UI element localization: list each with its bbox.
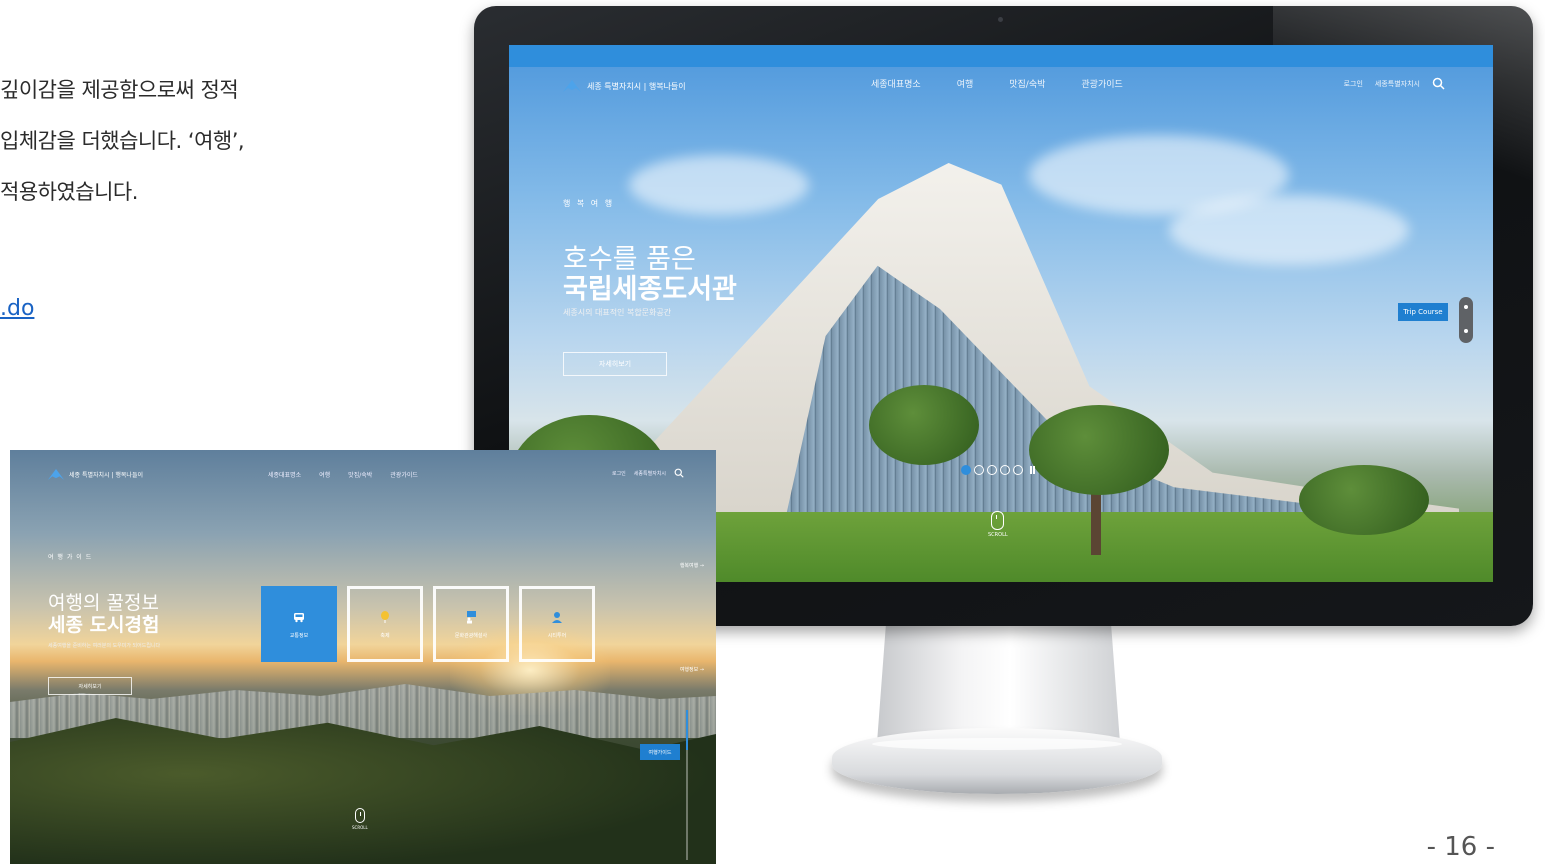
mouse-scroll-icon xyxy=(991,511,1005,530)
nav-item-travel[interactable]: 여행 xyxy=(957,77,974,90)
tile-transport-label: 교통정보 xyxy=(289,632,309,639)
search-icon[interactable] xyxy=(1432,77,1445,90)
doc-url-link[interactable]: .do xyxy=(0,296,34,321)
hero-description: 세종시의 대표적인 복합문화공간 xyxy=(563,308,672,317)
sejong-logo-icon xyxy=(563,80,581,92)
site-logo-text: 세종 특별자치시 | 행복나들이 xyxy=(587,81,686,91)
shot-main-nav: 세종대표명소 여행 맛집/숙박 관광가이드 xyxy=(268,470,418,479)
shot-login-link[interactable]: 로그인 xyxy=(612,470,626,477)
side-scroll-pill[interactable] xyxy=(1459,297,1473,343)
scroll-label: SCROLL xyxy=(988,532,1008,538)
slider-dot-2[interactable] xyxy=(974,465,984,475)
shot-scroll-track xyxy=(686,710,688,860)
tour-person-icon xyxy=(552,611,562,623)
shot-utility-menu: 로그인 세종특별자치시 xyxy=(612,468,684,478)
shot-nav-travel[interactable]: 여행 xyxy=(319,470,330,479)
slider-dot-4[interactable] xyxy=(1000,465,1010,475)
mouse-scroll-icon xyxy=(354,808,365,823)
shot-nav-food-stay[interactable]: 맛집/숙박 xyxy=(348,470,372,479)
site-utility-menu: 로그인 세종특별자치시 xyxy=(1344,77,1445,90)
tree xyxy=(1299,465,1429,535)
city-site-link[interactable]: 세종특별자치시 xyxy=(1375,79,1420,89)
hero-more-button[interactable]: 자세히보기 xyxy=(563,352,667,376)
nav-item-landmarks[interactable]: 세종대표명소 xyxy=(871,77,921,90)
balloon-icon xyxy=(381,610,389,623)
second-screenshot: 세종 특별자치시 | 행복나들이 세종대표명소 여행 맛집/숙박 관광가이드 로… xyxy=(10,450,716,864)
shot-nav-landmarks[interactable]: 세종대표명소 xyxy=(268,470,301,479)
hero-title-line2: 국립세종도서관 xyxy=(563,274,737,305)
side-pill-dot xyxy=(1464,305,1468,309)
shot-side-link-2[interactable]: 여행정보 → xyxy=(680,666,704,673)
tile-festival[interactable]: 축제 xyxy=(347,586,423,662)
nav-item-food-stay[interactable]: 맛집/숙박 xyxy=(1009,77,1045,90)
page-number: - 16 - xyxy=(1426,832,1495,862)
shot-city-site-link[interactable]: 세종특별자치시 xyxy=(634,470,666,477)
slider-dot-1[interactable] xyxy=(961,465,971,475)
doc-line-1: 깊이감을 제공함으로써 정적 xyxy=(0,78,239,102)
side-pill-dot xyxy=(1464,329,1468,333)
tile-transport[interactable]: 교통정보 xyxy=(261,586,337,662)
tree xyxy=(869,385,979,465)
slider-pause-icon[interactable] xyxy=(1030,466,1035,474)
shot-hero-title-line2: 세종 도시경험 xyxy=(48,614,160,636)
hero-kicker: 행 복 여 행 xyxy=(563,199,615,208)
sejong-logo-icon xyxy=(47,469,65,480)
login-link[interactable]: 로그인 xyxy=(1344,79,1363,89)
shot-hero-kicker: 여 행 가 이 드 xyxy=(48,554,93,561)
shot-scroll-label: SCROLL xyxy=(352,825,368,830)
tile-culture-guide-label: 문화관광해설사 xyxy=(454,632,488,639)
monitor-stand-base xyxy=(832,728,1162,794)
doc-line-2: 입체감을 더했습니다. ‘여행’, xyxy=(0,129,245,153)
shot-hero-description: 세종여행을 준비하는 여러분의 도우미가 되어드립니다 xyxy=(48,643,161,649)
cloud xyxy=(629,155,809,215)
slider-pagination xyxy=(961,465,1035,475)
shot-scroll-indicator[interactable]: SCROLL xyxy=(352,808,368,830)
doc-line-3: 적용하였습니다. xyxy=(0,180,138,204)
slider-dot-3[interactable] xyxy=(987,465,997,475)
shot-nav-tour-guide[interactable]: 관광가이드 xyxy=(390,470,418,479)
shot-logo-text: 세종 특별자치시 | 행복나들이 xyxy=(69,472,143,479)
camera-icon xyxy=(998,17,1003,22)
shot-hero-more-button[interactable]: 자세히보기 xyxy=(48,677,132,695)
tile-culture-guide[interactable]: 문화관광해설사 xyxy=(433,586,509,662)
tile-festival-label: 축제 xyxy=(380,632,390,639)
tile-city-tour-label: 시티투어 xyxy=(547,632,567,639)
site-top-bar xyxy=(509,45,1493,67)
guide-icon xyxy=(467,610,476,623)
site-main-nav: 세종대표명소 여행 맛집/숙박 관광가이드 xyxy=(871,77,1123,90)
nav-item-tour-guide[interactable]: 관광가이드 xyxy=(1081,77,1122,90)
tile-city-tour[interactable]: 시티투어 xyxy=(519,586,595,662)
pine-tree xyxy=(1029,405,1169,495)
site-logo[interactable]: 세종 특별자치시 | 행복나들이 xyxy=(561,79,686,93)
search-icon[interactable] xyxy=(674,468,684,478)
shot-guide-button[interactable]: 여행가이드 xyxy=(640,744,680,760)
cloud xyxy=(1169,195,1409,265)
shot-side-link-1[interactable]: 행복여행 → xyxy=(680,562,704,569)
shot-site-logo[interactable]: 세종 특별자치시 | 행복나들이 xyxy=(46,468,143,481)
scroll-indicator[interactable]: SCROLL xyxy=(988,511,1008,538)
trip-course-button[interactable]: Trip Course xyxy=(1398,303,1448,321)
slider-dot-5[interactable] xyxy=(1013,465,1023,475)
bus-icon xyxy=(294,612,304,622)
